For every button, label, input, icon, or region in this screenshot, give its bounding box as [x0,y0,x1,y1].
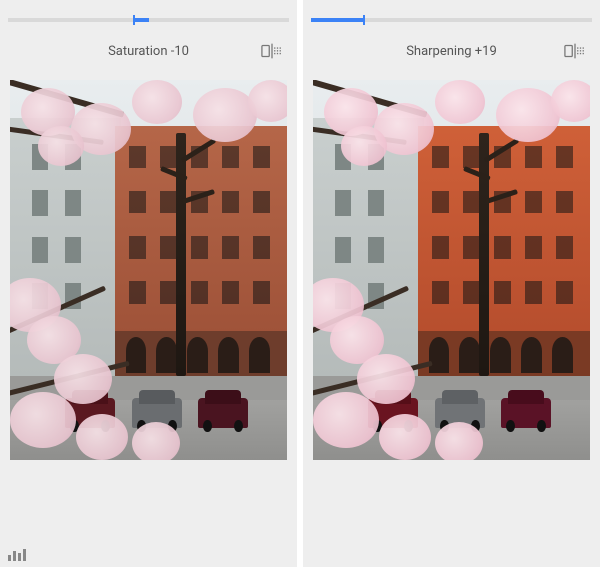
slider-fill [134,18,148,22]
slider-region [0,0,297,30]
slider-label: Sharpening +19 [339,44,564,59]
saturation-slider[interactable] [8,18,289,22]
preview-scene [313,80,590,460]
sharpening-slider[interactable] [311,18,592,22]
compare-icon[interactable] [261,43,283,59]
preview-scene [10,80,287,460]
slider-label-row: Saturation -10 [0,30,297,70]
image-preview[interactable] [313,80,590,460]
slider-label-row: Sharpening +19 [303,30,600,70]
editor-panel-left: Saturation -10 [0,0,297,567]
editor-panel-right: Sharpening +19 [303,0,600,567]
histogram-icon[interactable] [8,546,28,565]
slider-thumb[interactable] [133,15,135,25]
slider-thumb[interactable] [363,15,365,25]
image-preview[interactable] [10,80,287,460]
slider-fill [311,18,364,22]
slider-label: Saturation -10 [36,44,261,59]
slider-region [303,0,600,30]
compare-icon[interactable] [564,43,586,59]
